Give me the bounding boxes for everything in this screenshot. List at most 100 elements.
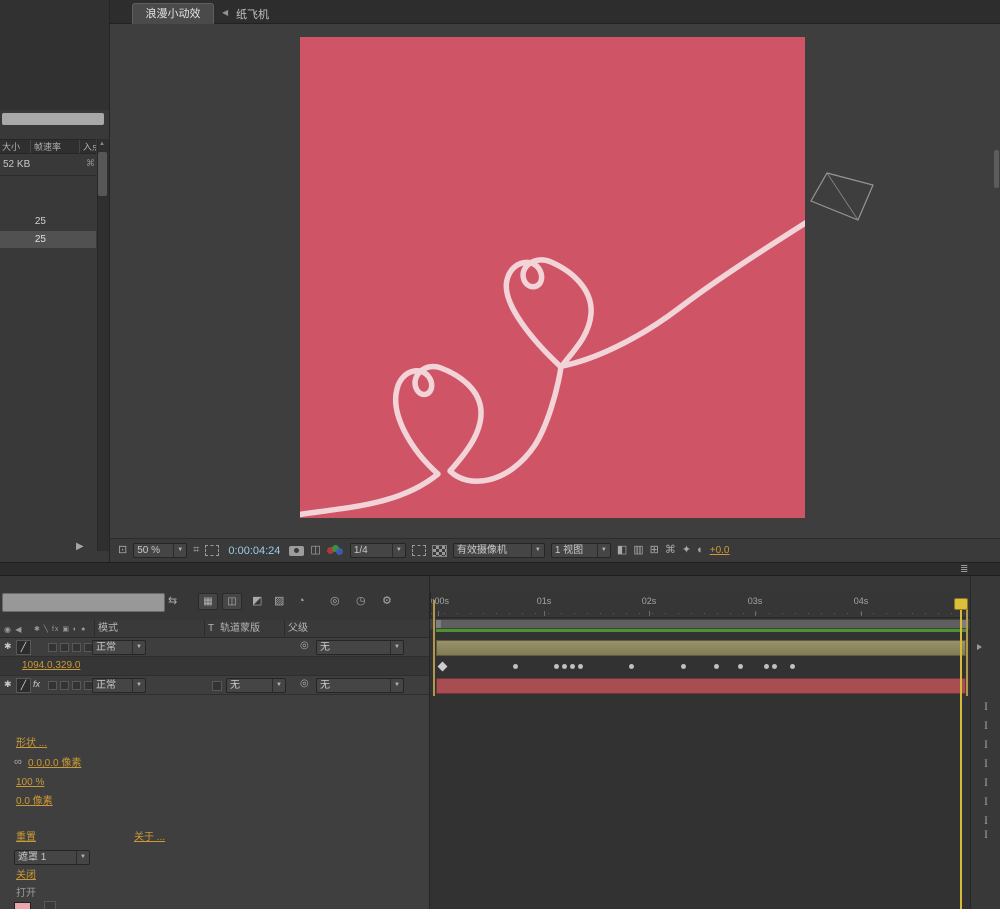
column-size[interactable]: 大小: [0, 140, 30, 153]
show-snapshot-icon[interactable]: ◫: [310, 545, 320, 556]
layer-switch[interactable]: [72, 681, 81, 690]
keyframe-dot[interactable]: [562, 664, 567, 669]
keyframe-dot[interactable]: [570, 664, 575, 669]
exposure-icon[interactable]: ◐: [697, 545, 704, 556]
exposure-value[interactable]: +0.0: [710, 546, 730, 556]
fast-preview-icon[interactable]: ✦: [682, 545, 691, 556]
track-matte-dropdown[interactable]: 无 ▼: [226, 678, 286, 693]
motion-blur-icon[interactable]: ◔: [298, 596, 305, 607]
comp-mini-flowchart-icon[interactable]: ⇆: [168, 596, 177, 607]
snapshot-icon[interactable]: [289, 546, 304, 556]
keyframe-dot[interactable]: [772, 664, 777, 669]
column-framerate[interactable]: 帧速率: [30, 140, 79, 153]
parent-pickwhip-icon[interactable]: ◎: [300, 641, 309, 651]
parent-pickwhip-icon[interactable]: ◎: [300, 679, 309, 689]
viewer-scrollbar-thumb[interactable]: [994, 150, 999, 188]
mini-flowchart-icon[interactable]: ⌘: [665, 545, 676, 556]
grid-guides-icon[interactable]: ⌗: [193, 545, 199, 556]
ibeam-marker[interactable]: I: [984, 757, 988, 769]
about-link[interactable]: 关于 ...: [134, 833, 165, 843]
pixel-aspect-icon[interactable]: ⊞: [650, 545, 659, 556]
keyframe-dot[interactable]: [629, 664, 634, 669]
zoom-level-dropdown[interactable]: 50 % ▼: [133, 543, 187, 558]
scroll-up-icon[interactable]: ▲: [99, 141, 105, 147]
region-of-interest-icon[interactable]: [205, 545, 219, 556]
layer-switch[interactable]: [72, 643, 81, 652]
opacity-value[interactable]: 100 %: [16, 778, 44, 788]
parent-dropdown[interactable]: 无 ▼: [316, 678, 404, 693]
resolution-dropdown[interactable]: 1/4 ▼: [350, 543, 406, 558]
column-parent[interactable]: 父级: [288, 624, 308, 634]
keyframe-dot[interactable]: [513, 664, 518, 669]
region-icon[interactable]: [412, 545, 426, 556]
shape-property-link[interactable]: 形状 ...: [16, 739, 47, 749]
mask-dropdown[interactable]: 遮罩 1 ▼: [14, 850, 90, 865]
reset-link[interactable]: 重置: [16, 833, 36, 843]
blend-mode-dropdown[interactable]: 正常 ▼: [92, 678, 146, 693]
ibeam-marker[interactable]: I: [984, 776, 988, 788]
ibeam-marker[interactable]: I: [984, 738, 988, 750]
column-mode[interactable]: 模式: [98, 624, 118, 634]
keyframe-diamond[interactable]: [438, 662, 448, 672]
open-label[interactable]: 打开: [16, 889, 36, 899]
column-trkmat[interactable]: 轨道蒙版: [220, 624, 260, 634]
timeline-search-input[interactable]: [2, 593, 165, 612]
panel-menu-icon[interactable]: ≣: [960, 564, 968, 575]
radius-value[interactable]: 0.0 像素: [16, 797, 53, 807]
frame-blend-icon[interactable]: ▨: [274, 596, 284, 607]
transparency-grid-icon[interactable]: [432, 545, 447, 557]
layer-switch[interactable]: [48, 643, 57, 652]
keyframe-track[interactable]: [430, 657, 970, 676]
layer2-duration-bar[interactable]: [436, 678, 966, 694]
gear-icon[interactable]: ⚙: [382, 596, 392, 607]
project-scrollbar[interactable]: [97, 139, 109, 551]
ibeam-marker[interactable]: I: [984, 828, 988, 840]
show-channels-icon[interactable]: [327, 545, 344, 556]
thumbnail-scale-slider[interactable]: [2, 113, 104, 125]
keyframe-dot[interactable]: [764, 664, 769, 669]
keyframe-dot[interactable]: [790, 664, 795, 669]
expand-icon[interactable]: ⊡: [118, 545, 127, 556]
current-time-indicator-head[interactable]: [954, 598, 968, 610]
keyframe-dot[interactable]: [554, 664, 559, 669]
column-inpoint[interactable]: 入点: [79, 140, 96, 153]
draft-3d-icon[interactable]: ◫: [222, 593, 242, 610]
shy-layers-icon[interactable]: ◩: [252, 596, 262, 607]
flowchart-icon[interactable]: ⌘: [86, 158, 95, 169]
layer-switch[interactable]: [60, 643, 69, 652]
brainstorm-icon[interactable]: ◎: [330, 596, 340, 607]
current-time-display[interactable]: 0:00:04:24: [228, 545, 280, 557]
layer-switch[interactable]: [48, 681, 57, 690]
view-layout-dropdown[interactable]: 1 视图 ▼: [551, 543, 611, 558]
back-icon[interactable]: ◀: [222, 8, 228, 17]
camera-view-dropdown[interactable]: 有效摄像机 ▼: [453, 543, 545, 558]
tab-paper-plane[interactable]: 纸飞机: [236, 6, 269, 22]
column-t[interactable]: T: [208, 624, 214, 634]
auto-keyframe-icon[interactable]: ◷: [356, 596, 366, 607]
keyframe-dot[interactable]: [714, 664, 719, 669]
project-row[interactable]: 25: [0, 213, 96, 230]
tab-composition-active[interactable]: 浪漫小动效: [132, 3, 214, 24]
layer-switch[interactable]: [60, 681, 69, 690]
scrollbar-thumb[interactable]: [98, 152, 107, 196]
work-area-start-handle[interactable]: [436, 620, 441, 628]
keyframe-dot[interactable]: [681, 664, 686, 669]
project-row-selected[interactable]: 25: [0, 231, 96, 248]
paper-plane-wireframe[interactable]: [806, 166, 880, 228]
ibeam-marker[interactable]: I: [984, 814, 988, 826]
ibeam-marker[interactable]: I: [984, 795, 988, 807]
preserve-transparency-checkbox[interactable]: [212, 681, 222, 691]
close-link[interactable]: 关闭: [16, 871, 36, 881]
current-time-indicator-line[interactable]: [960, 598, 962, 909]
composition-canvas[interactable]: [300, 37, 805, 518]
panel-expand-icon[interactable]: ▶: [76, 541, 84, 552]
share-view-icon[interactable]: ◧: [617, 545, 627, 556]
multi-view-icon[interactable]: ▥: [633, 545, 643, 556]
position-value[interactable]: 1094.0,329.0: [22, 661, 80, 671]
layer1-duration-bar[interactable]: [436, 640, 966, 656]
offset-value[interactable]: 0.0,0.0 像素: [28, 759, 81, 769]
mask-color-swatch[interactable]: [14, 902, 31, 909]
keyframe-dot[interactable]: [578, 664, 583, 669]
mask-mode-toggle[interactable]: ▼: [44, 901, 56, 909]
time-ruler[interactable]: 0:00s 01s 02s 03s 04s: [430, 592, 970, 618]
